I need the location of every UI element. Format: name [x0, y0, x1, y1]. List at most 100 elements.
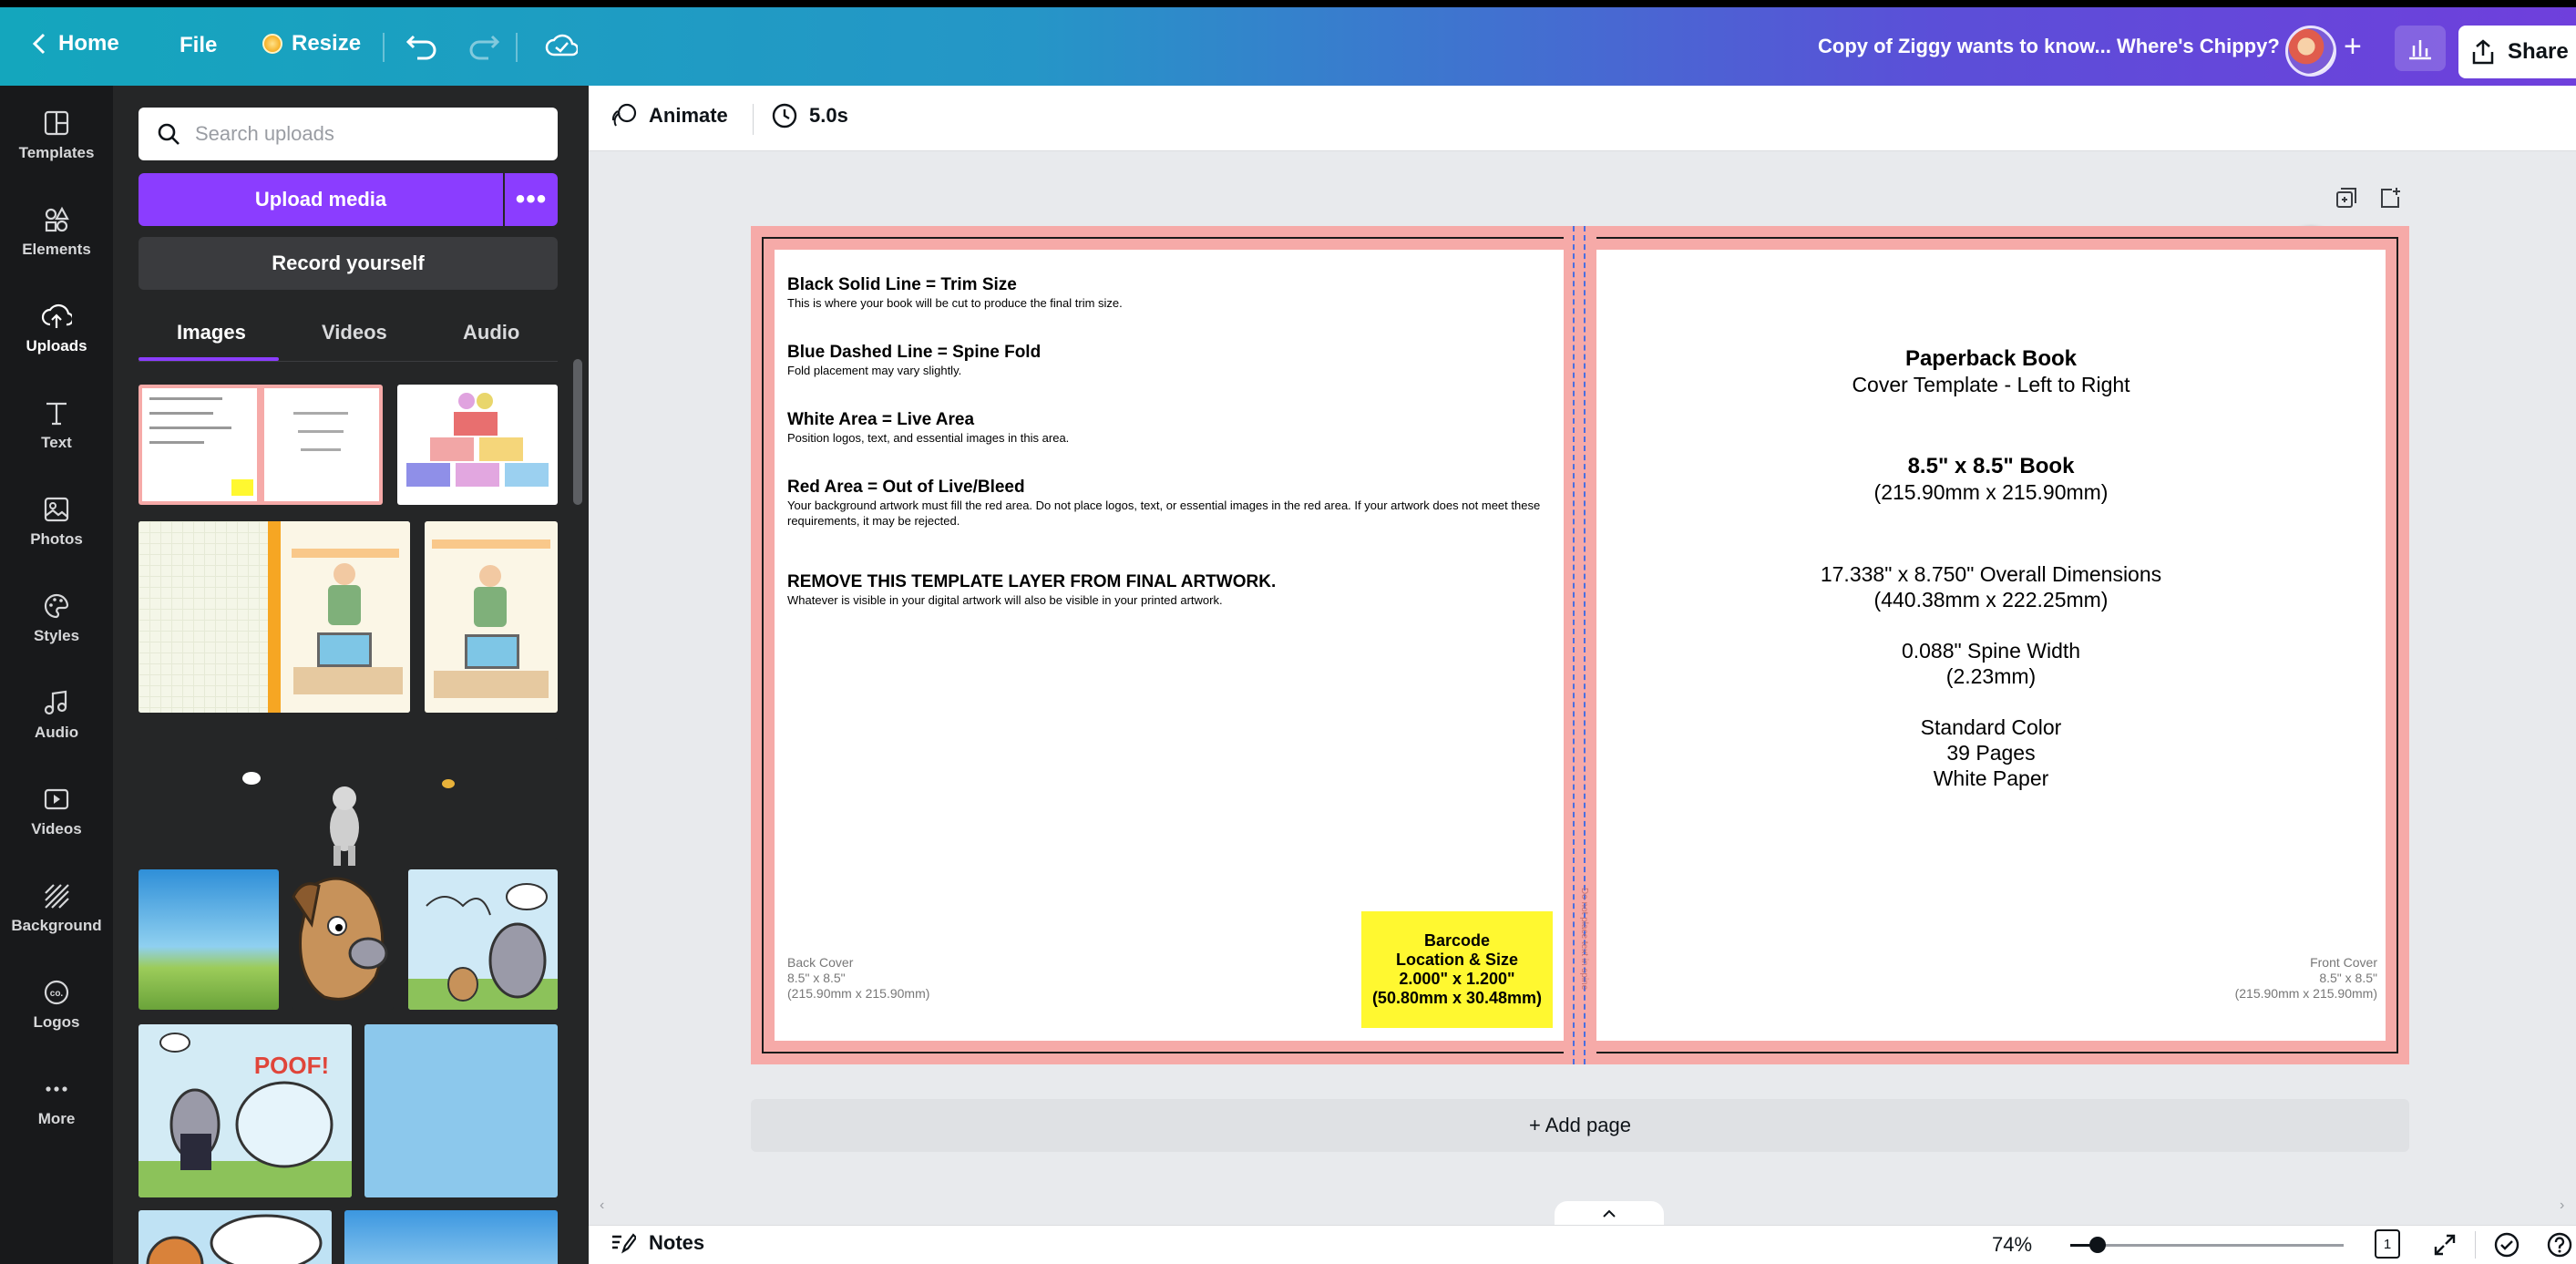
editor-toolbar: Animate 5.0s — [589, 86, 2576, 151]
rail-item-elements[interactable]: Elements — [0, 206, 113, 259]
tab-images[interactable]: Images — [177, 321, 246, 344]
rail-item-text[interactable]: Text — [0, 399, 113, 452]
panel-scrollbar[interactable] — [573, 359, 582, 505]
uploads-icon — [41, 303, 72, 328]
fullscreen-button[interactable] — [2433, 1233, 2457, 1261]
animate-button[interactable]: Animate — [611, 102, 728, 129]
tab-audio[interactable]: Audio — [463, 321, 519, 344]
label-line: (215.90mm x 215.90mm) — [2234, 986, 2377, 1001]
barcode-area: Barcode Location & Size 2.000" x 1.200" … — [1361, 911, 1553, 1028]
rail-item-photos[interactable]: Photos — [0, 496, 113, 549]
accessibility-check-button[interactable] — [2493, 1231, 2520, 1263]
upload-thumbnail[interactable] — [397, 385, 558, 505]
share-button[interactable]: Share — [2458, 26, 2576, 78]
rail-item-templates[interactable]: Templates — [0, 109, 113, 162]
zoom-level[interactable]: 74% — [1992, 1233, 2032, 1257]
redo-icon — [469, 35, 500, 60]
toolbar-divider — [383, 33, 385, 62]
rail-item-audio[interactable]: Audio — [0, 689, 113, 742]
upload-thumbnail[interactable] — [408, 869, 558, 1010]
background-icon — [45, 884, 69, 909]
rail-label: Background — [11, 917, 102, 934]
cover-page[interactable]: Do not place text in spine Black Solid L… — [751, 226, 2409, 1064]
redo-button[interactable] — [468, 33, 500, 65]
side-rail: Templates Elements Uploads Text Photos S… — [0, 86, 113, 1264]
expand-icon — [2434, 1234, 2456, 1256]
record-yourself-button[interactable]: Record yourself — [139, 237, 558, 290]
tab-videos[interactable]: Videos — [322, 321, 387, 344]
show-pages-button[interactable] — [1555, 1201, 1664, 1225]
undo-button[interactable] — [405, 33, 437, 65]
guide-trim: Black Solid Line = Trim Size This is whe… — [787, 275, 1553, 311]
duration-button[interactable]: 5.0s — [771, 102, 848, 129]
document-title[interactable]: Copy of Ziggy wants to know... Where's C… — [1818, 35, 2280, 58]
help-button[interactable] — [2546, 1231, 2573, 1263]
page-tools — [2335, 186, 2402, 210]
add-page-button[interactable]: + Add page — [751, 1099, 2409, 1152]
uploads-panel: Upload media ••• Record yourself Images … — [113, 86, 589, 1264]
cover-overall-mm: (440.38mm x 222.25mm) — [1873, 588, 2109, 611]
toolbar-divider — [516, 33, 518, 62]
clock-icon — [772, 103, 797, 128]
templates-icon — [44, 110, 69, 136]
upload-thumbnail[interactable] — [344, 1210, 558, 1264]
tab-divider — [139, 361, 558, 362]
cloud-check-icon — [545, 34, 580, 57]
audio-icon — [44, 690, 67, 715]
upload-thumbnail[interactable] — [139, 1210, 332, 1264]
upload-thumbnail[interactable] — [139, 869, 279, 1010]
file-menu-button[interactable]: File — [180, 33, 217, 58]
rail-item-uploads[interactable]: Uploads — [0, 284, 113, 379]
home-button[interactable]: Home — [33, 31, 119, 57]
barcode-line: Barcode — [1423, 931, 1491, 950]
cover-spine-mm: (2.23mm) — [1945, 664, 2037, 688]
rail-item-videos[interactable]: Videos — [0, 786, 113, 838]
add-collaborator-button[interactable]: + — [2344, 29, 2362, 65]
duration-label: 5.0s — [809, 104, 848, 127]
search-icon — [158, 123, 180, 145]
upload-options-button[interactable]: ••• — [505, 173, 558, 226]
rail-label: Photos — [30, 530, 83, 548]
share-label: Share — [2508, 39, 2569, 64]
upload-thumbnail[interactable] — [425, 521, 558, 713]
chevron-left-icon — [33, 33, 46, 55]
rail-label: Templates — [18, 144, 95, 161]
rail-item-logos[interactable]: co. Logos — [0, 979, 113, 1032]
search-box[interactable] — [139, 108, 558, 160]
upload-media-button[interactable]: Upload media — [139, 173, 503, 226]
upload-thumbnail[interactable] — [139, 521, 410, 713]
cover-overall: 17.338" x 8.750" Overall Dimensions — [1820, 562, 2162, 586]
guide-title: Red Area = Out of Live/Bleed — [787, 478, 1025, 497]
upload-thumbnail[interactable] — [292, 869, 394, 1010]
cartoon-speech-image — [146, 1214, 323, 1264]
upload-thumbnail[interactable] — [139, 385, 383, 505]
zoom-slider-handle[interactable] — [2089, 1237, 2106, 1253]
save-status-button[interactable] — [545, 31, 580, 65]
upload-thumbnail[interactable]: POOF! — [139, 1024, 352, 1197]
insights-button[interactable] — [2395, 26, 2446, 71]
pyramid-boxes-image — [406, 393, 549, 487]
zoom-slider[interactable] — [2070, 1237, 2344, 1253]
duplicate-page-icon[interactable] — [2335, 186, 2358, 210]
guide-body: This is where your book will be cut to p… — [787, 296, 1123, 310]
chevron-up-icon — [1603, 1209, 1616, 1218]
add-page-icon[interactable] — [2378, 186, 2402, 210]
avatar[interactable] — [2285, 26, 2336, 77]
rail-item-styles[interactable]: Styles — [0, 592, 113, 645]
notes-button[interactable]: Notes — [611, 1231, 704, 1255]
help-icon — [2547, 1232, 2572, 1258]
resize-button[interactable]: Resize — [262, 31, 361, 57]
rail-label: Text — [41, 434, 72, 451]
footer-divider — [2475, 1231, 2476, 1259]
scroll-left-arrow[interactable]: ‹ — [600, 1197, 604, 1214]
search-input[interactable] — [195, 122, 541, 146]
rail-item-background[interactable]: Background — [0, 882, 113, 935]
page-count-button[interactable]: 1 — [2375, 1229, 2400, 1259]
rail-item-more[interactable]: More — [0, 1075, 113, 1128]
upload-thumbnail[interactable] — [364, 1024, 558, 1197]
cover-color: Standard Color — [1920, 715, 2062, 739]
photos-icon — [44, 497, 69, 522]
guide-body: Whatever is visible in your digital artw… — [787, 593, 1223, 607]
scroll-right-arrow[interactable]: › — [2560, 1197, 2564, 1214]
rail-label: Elements — [22, 241, 91, 258]
